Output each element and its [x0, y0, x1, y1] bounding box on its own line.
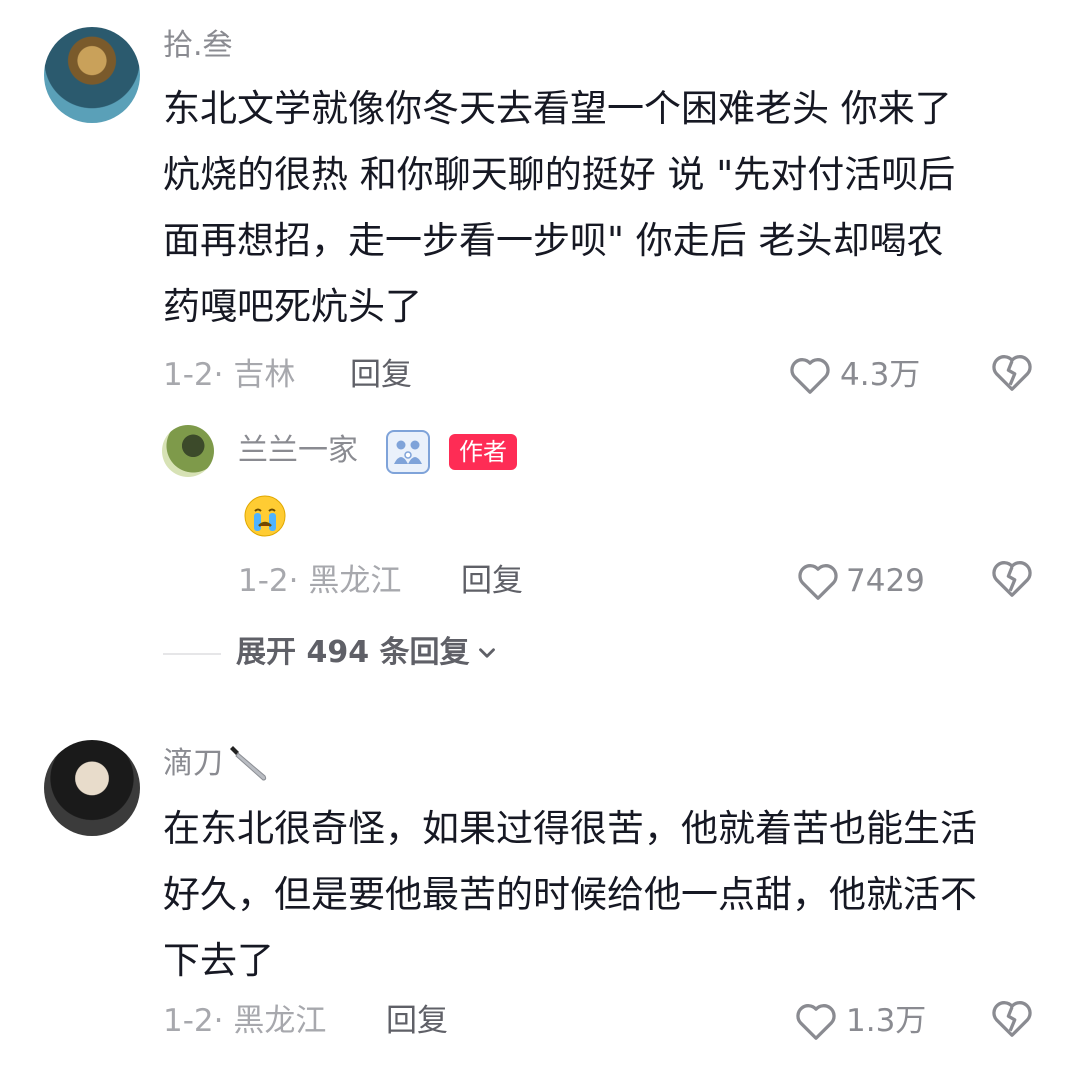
- heart-outline-icon: [790, 358, 830, 394]
- chevron-down-icon: [478, 648, 495, 658]
- comment-username[interactable]: 拾.叁: [163, 28, 233, 64]
- comment-text-line: 下去了: [163, 939, 274, 982]
- comment-text-line: 面再想招，走一步看一步呗" 你走后 老头却喝农: [163, 219, 944, 262]
- expand-replies-button[interactable]: 展开 494 条回复: [236, 633, 500, 673]
- expand-replies-label: 展开 494 条回复: [236, 635, 470, 670]
- like-count: 4.3万: [840, 357, 921, 393]
- broken-heart-icon: [992, 355, 1032, 391]
- reply-button[interactable]: 回复: [386, 1001, 448, 1041]
- like-button[interactable]: 4.3万: [788, 350, 920, 400]
- comment-text: 东北文学就像你冬天去看望一个困难老头 你来了 炕烧的很热 和你聊天聊的挺好 说 …: [163, 76, 1043, 340]
- heart-outline-icon: [796, 1004, 836, 1040]
- avatar[interactable]: [44, 740, 140, 836]
- reply-username[interactable]: 兰兰一家: [238, 433, 358, 469]
- comment-text-line: 好久，但是要他最苦的时候给他一点甜，他就活不: [163, 873, 977, 916]
- reply-date-location: 1-2· 黑龙江: [238, 563, 402, 599]
- dislike-button[interactable]: [990, 998, 1034, 1042]
- reply-button[interactable]: 回复: [350, 355, 412, 395]
- like-button[interactable]: 7429: [796, 556, 925, 606]
- comment-username[interactable]: 滴刀: [163, 746, 223, 782]
- avatar[interactable]: [162, 425, 214, 477]
- family-badge-icon: [386, 430, 430, 474]
- crying-face-icon: [244, 495, 286, 537]
- author-badge: 作者: [449, 434, 517, 470]
- comment-date-location: 1-2· 吉林: [163, 357, 296, 393]
- like-count: 7429: [846, 563, 925, 599]
- comment-text-line: 在东北很奇怪，如果过得很苦，他就着苦也能生活: [163, 807, 977, 850]
- reply-button[interactable]: 回复: [461, 561, 523, 601]
- comment-text: 在东北很奇怪，如果过得很苦，他就着苦也能生活 好久，但是要他最苦的时候给他一点甜…: [163, 796, 1043, 994]
- comment-date-location: 1-2· 黑龙江: [163, 1003, 327, 1039]
- like-count: 1.3万: [846, 1003, 927, 1039]
- comment-text-line: 炕烧的很热 和你聊天聊的挺好 说 "先对付活呗后: [163, 153, 956, 196]
- comment-text-line: 东北文学就像你冬天去看望一个困难老头 你来了: [163, 87, 952, 130]
- expand-divider: [163, 653, 221, 655]
- dislike-button[interactable]: [990, 558, 1034, 602]
- dislike-button[interactable]: [990, 352, 1034, 396]
- broken-heart-icon: [992, 561, 1032, 597]
- avatar[interactable]: [44, 27, 140, 123]
- comment-text-line: 药嘎吧死炕头了: [163, 285, 422, 328]
- broken-heart-icon: [992, 1001, 1032, 1037]
- username-row: 滴刀 🔪: [163, 742, 271, 786]
- like-button[interactable]: 1.3万: [794, 996, 926, 1046]
- reply-emoji: 😭: [243, 494, 287, 538]
- knife-icon: [230, 746, 267, 781]
- heart-outline-icon: [798, 564, 838, 600]
